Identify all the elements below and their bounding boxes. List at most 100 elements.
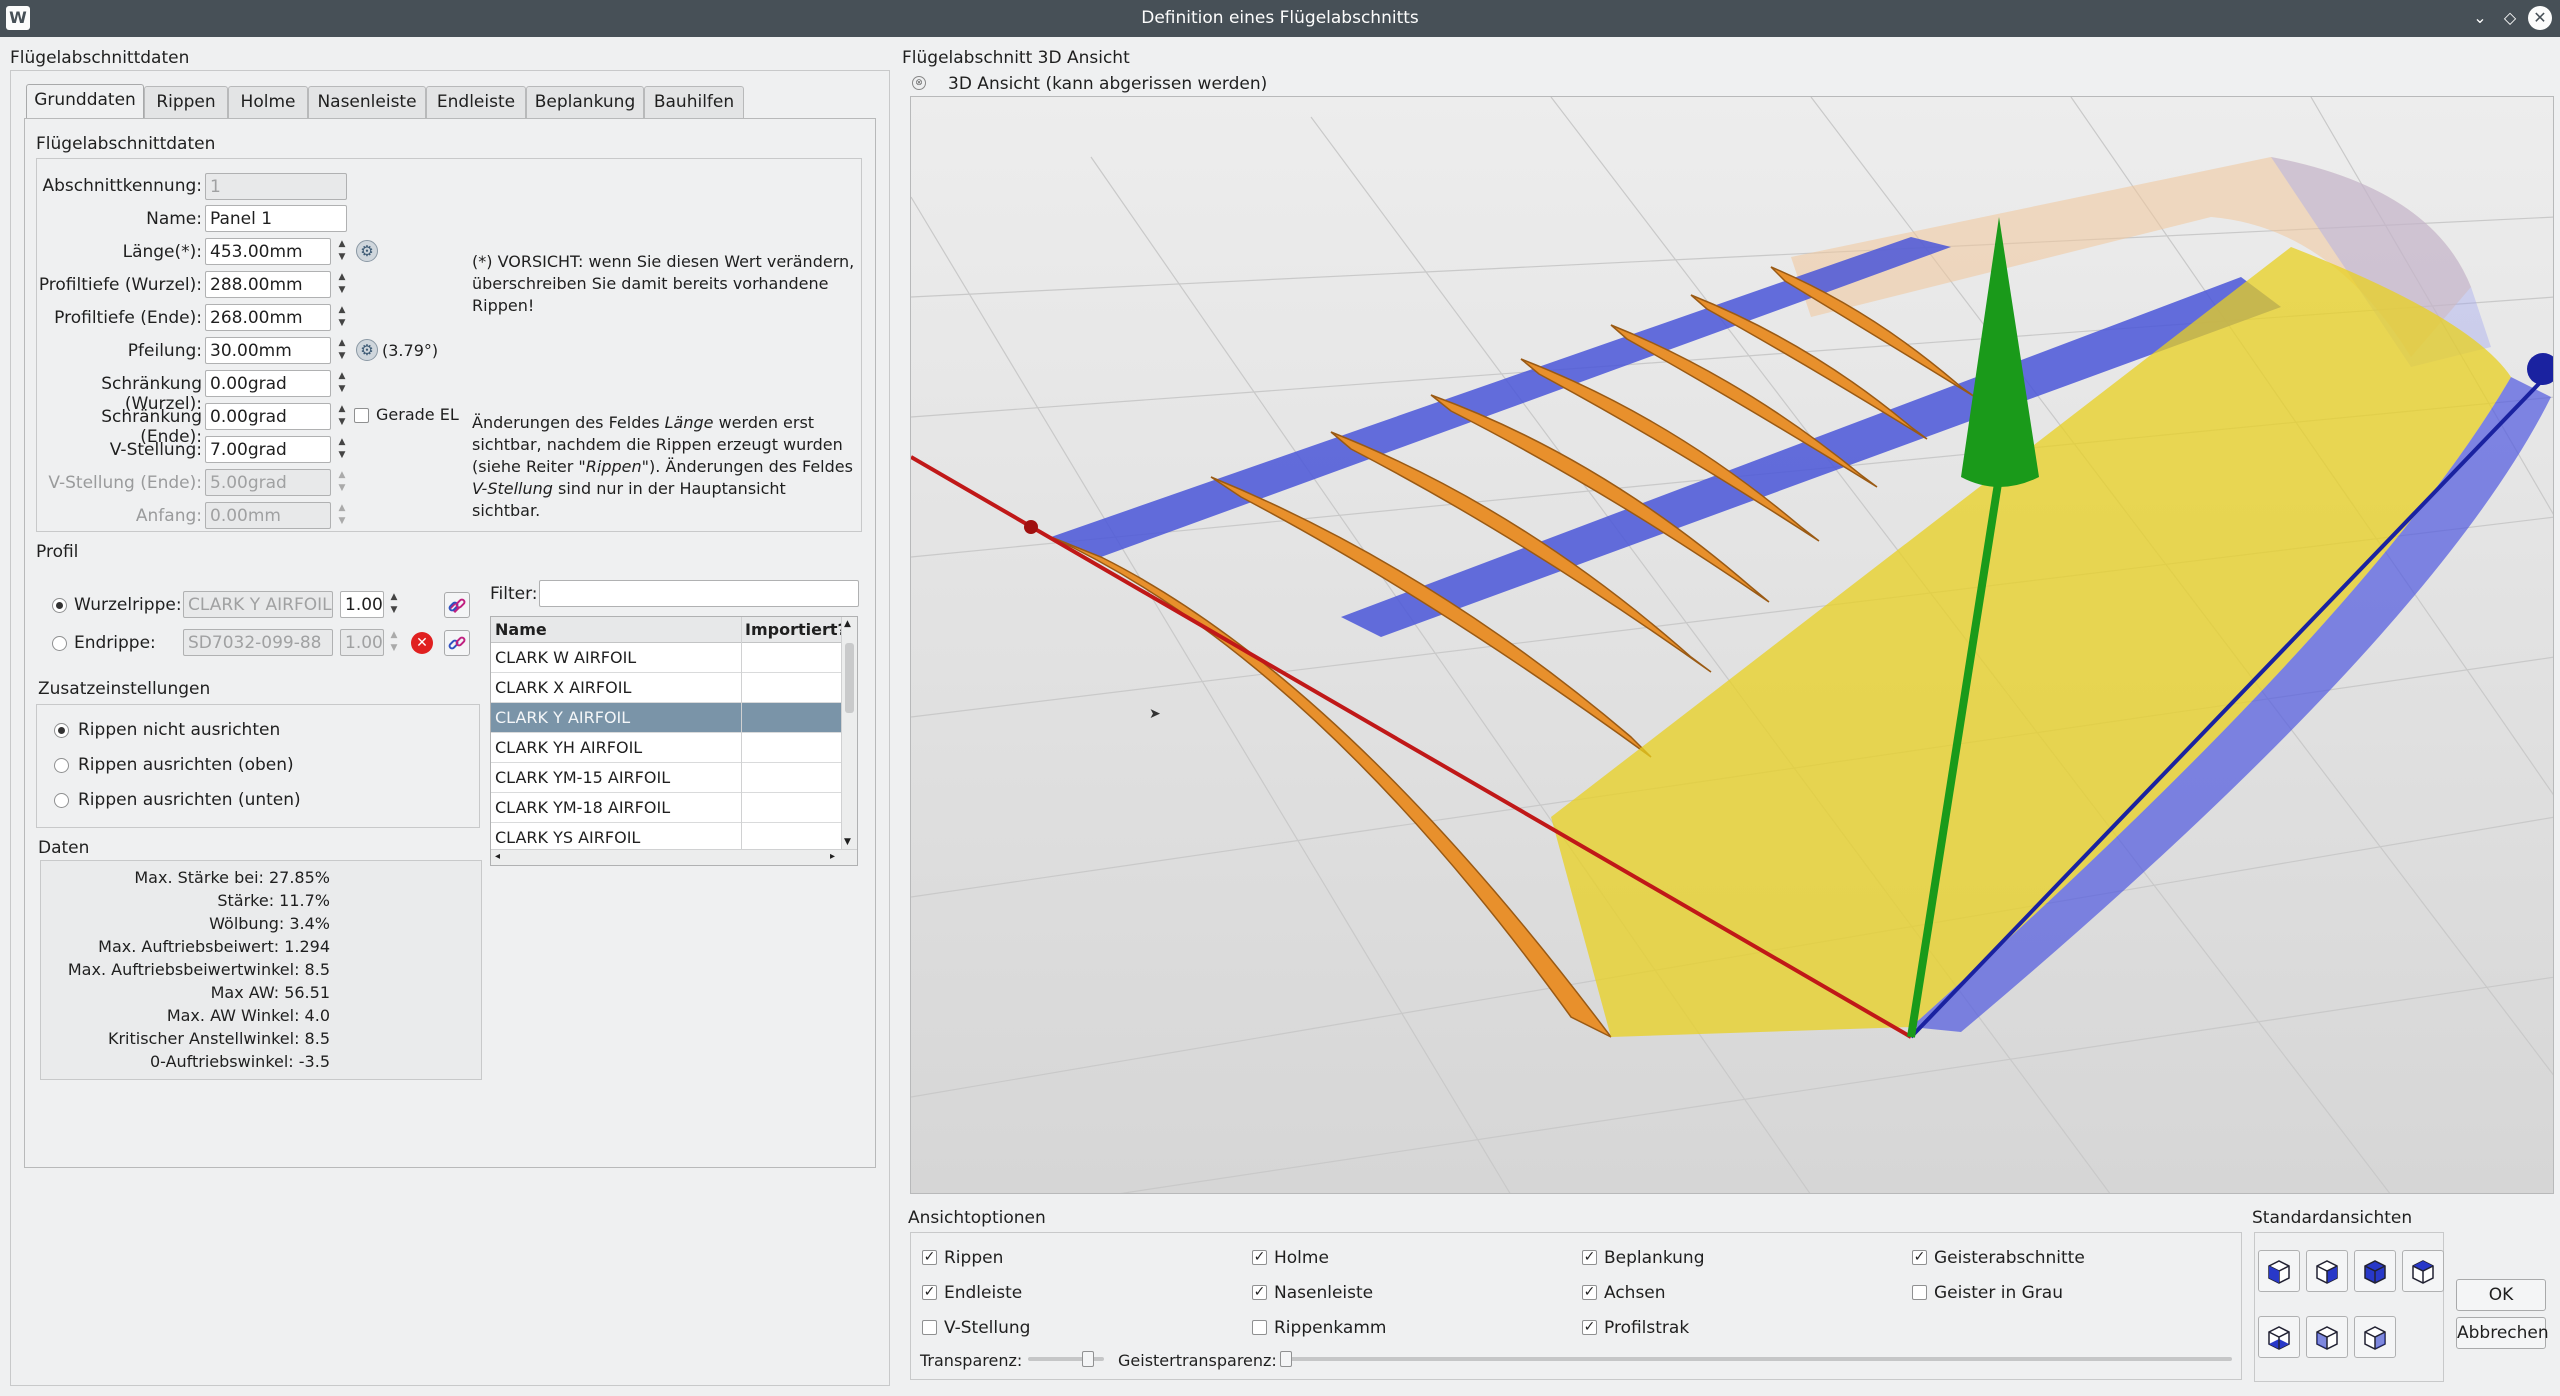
profiltiefe-wurzel-field[interactable]: 288.00mm [205, 271, 331, 298]
pfeilung-stepper[interactable]: ▲ ▼ [334, 337, 350, 364]
wurzelrippe-factor-stepper[interactable]: ▲ ▼ [386, 591, 402, 618]
tab-holme[interactable]: Holme [228, 86, 308, 118]
profiltiefe-ende-stepper[interactable]: ▲ ▼ [334, 304, 350, 331]
column-header-importiert[interactable]: Importiert? [741, 617, 847, 643]
endrippe-clear-icon[interactable]: ✕ [411, 632, 433, 654]
table-row[interactable]: CLARK X AIRFOIL [491, 673, 843, 703]
rippen-ausrichten-unten-radio[interactable] [54, 793, 69, 808]
table-vertical-scrollbar[interactable]: ▲ ▼ [841, 617, 857, 865]
zusatz-title: Zusatzeinstellungen [38, 679, 211, 699]
view-back-button[interactable] [2402, 1250, 2444, 1292]
profiltiefe-wurzel-label: Profiltiefe (Wurzel): [38, 275, 202, 295]
cube-top-icon [2364, 1260, 2386, 1284]
daten-max-auftriebsbeiwert: Max. Auftriebsbeiwert: 1.294 [98, 937, 330, 956]
pfeilung-calc-gear-icon[interactable]: ⚙ [356, 339, 378, 361]
endrippe-factor-stepper: ▲ ▼ [390, 630, 398, 653]
view-top-button[interactable] [2354, 1250, 2396, 1292]
geister-in-grau-check-label: Geister in Grau [1934, 1283, 2063, 1303]
table-row[interactable]: CLARK YM-15 AIRFOIL [491, 763, 843, 793]
info-note: Änderungen des Feldes Länge werden erst … [472, 413, 853, 520]
view-front-button[interactable] [2258, 1250, 2300, 1292]
endrippe-link-button[interactable] [444, 630, 470, 656]
nasenleiste-check-label: Nasenleiste [1274, 1283, 1374, 1303]
geistertransparenz-slider[interactable] [1280, 1357, 2232, 1361]
maximize-icon[interactable]: ◇ [2498, 6, 2522, 30]
rippen-nicht-ausrichten-radio[interactable] [54, 723, 69, 738]
pfeilung-angle: (3.79°) [382, 341, 439, 360]
view-bottom-button[interactable] [2258, 1316, 2300, 1358]
cancel-button[interactable]: Abbrechen [2456, 1317, 2549, 1349]
table-row-selected[interactable]: CLARK Y AIRFOIL [491, 703, 843, 733]
pfeilung-field[interactable]: 30.00mm [205, 337, 331, 364]
endleiste-checkbox[interactable]: ✓ [922, 1285, 937, 1300]
name-field[interactable]: Panel 1 [205, 205, 347, 232]
wurzelrippe-link-button[interactable] [444, 592, 470, 618]
schraenkung-wurzel-field[interactable]: 0.00grad [205, 370, 331, 397]
daten-woelbung: Wölbung: 3.4% [209, 914, 330, 933]
achsen-check-label: Achsen [1604, 1283, 1666, 1303]
geister-in-grau-checkbox[interactable] [1912, 1285, 1927, 1300]
undock-icon[interactable]: ⊗ [912, 76, 926, 90]
rippen-ausrichten-oben-label: Rippen ausrichten (oben) [78, 755, 294, 775]
achsen-checkbox[interactable]: ✓ [1582, 1285, 1597, 1300]
3d-view[interactable] [910, 96, 2554, 1194]
scroll-left-icon[interactable]: ◂ [495, 851, 500, 862]
view-left-button[interactable] [2306, 1316, 2348, 1358]
minimize-icon[interactable]: ⌄ [2468, 6, 2492, 30]
profiltiefe-wurzel-stepper[interactable]: ▲ ▼ [334, 271, 350, 298]
beplankung-checkbox[interactable]: ✓ [1582, 1250, 1597, 1265]
link-icon [448, 636, 466, 650]
filter-input[interactable] [539, 580, 859, 607]
rippen-nicht-ausrichten-label: Rippen nicht ausrichten [78, 720, 281, 740]
abschnittkennung-label: Abschnittkennung: [42, 176, 202, 196]
rippen-checkbox[interactable]: ✓ [922, 1250, 937, 1265]
rippenkamm-checkbox[interactable] [1252, 1320, 1267, 1335]
filter-label: Filter: [490, 584, 538, 604]
ansicht-title: Ansichtoptionen [908, 1208, 1046, 1228]
endrippe-factor-field: 1.00 [340, 629, 384, 656]
geistertransparenz-slider-handle[interactable] [1280, 1351, 1292, 1367]
close-icon[interactable]: ✕ [2528, 6, 2552, 30]
tab-endleiste[interactable]: Endleiste [426, 86, 526, 118]
transparenz-slider-handle[interactable] [1082, 1351, 1095, 1367]
endrippe-radio[interactable] [52, 636, 67, 651]
rippen-ausrichten-oben-radio[interactable] [54, 758, 69, 773]
schraenkung-ende-field[interactable]: 0.00grad [205, 403, 331, 430]
table-row[interactable]: CLARK W AIRFOIL [491, 643, 843, 673]
gerade-el-checkbox[interactable] [354, 408, 369, 423]
scroll-up-icon[interactable]: ▲ [844, 619, 851, 629]
column-header-name[interactable]: Name [491, 617, 547, 643]
scroll-right-icon[interactable]: ▸ [830, 851, 835, 862]
ok-button[interactable]: OK [2456, 1279, 2546, 1311]
wurzelrippe-field: CLARK Y AIRFOIL [183, 591, 333, 618]
wurzelrippe-radio[interactable] [52, 598, 67, 613]
scroll-down-icon[interactable]: ▼ [844, 837, 851, 847]
tab-beplankung[interactable]: Beplankung [526, 86, 644, 118]
holme-checkbox[interactable]: ✓ [1252, 1250, 1267, 1265]
cube-back-icon [2412, 1260, 2434, 1284]
table-horizontal-scrollbar[interactable]: ◂ ▸ [491, 849, 857, 865]
wurzelrippe-factor-field[interactable]: 1.00 [340, 591, 384, 618]
v-stellung-stepper[interactable]: ▲ ▼ [334, 436, 350, 463]
laenge-calc-gear-icon[interactable]: ⚙ [356, 240, 378, 262]
tab-nasenleiste[interactable]: Nasenleiste [308, 86, 426, 118]
tab-bauhilfen[interactable]: Bauhilfen [644, 86, 744, 118]
schraenkung-ende-stepper[interactable]: ▲ ▼ [334, 403, 350, 430]
schraenkung-wurzel-stepper[interactable]: ▲ ▼ [334, 370, 350, 397]
v-stellung-field[interactable]: 7.00grad [205, 436, 331, 463]
cube-front-icon [2268, 1260, 2290, 1284]
table-row[interactable]: CLARK YH AIRFOIL [491, 733, 843, 763]
profilstrak-checkbox[interactable]: ✓ [1582, 1320, 1597, 1335]
geisterabschnitte-checkbox[interactable]: ✓ [1912, 1250, 1927, 1265]
laenge-stepper[interactable]: ▲ ▼ [334, 238, 350, 265]
profiltiefe-ende-field[interactable]: 268.00mm [205, 304, 331, 331]
scroll-thumb[interactable] [845, 643, 854, 713]
v-stellung-checkbox[interactable] [922, 1320, 937, 1335]
table-row[interactable]: CLARK YM-18 AIRFOIL [491, 793, 843, 823]
tab-rippen[interactable]: Rippen [144, 86, 228, 118]
nasenleiste-checkbox[interactable]: ✓ [1252, 1285, 1267, 1300]
view-iso-button[interactable] [2354, 1316, 2396, 1358]
tab-grunddaten[interactable]: Grunddaten [26, 84, 144, 119]
laenge-field[interactable]: 453.00mm [205, 238, 331, 265]
view-side-button[interactable] [2306, 1250, 2348, 1292]
